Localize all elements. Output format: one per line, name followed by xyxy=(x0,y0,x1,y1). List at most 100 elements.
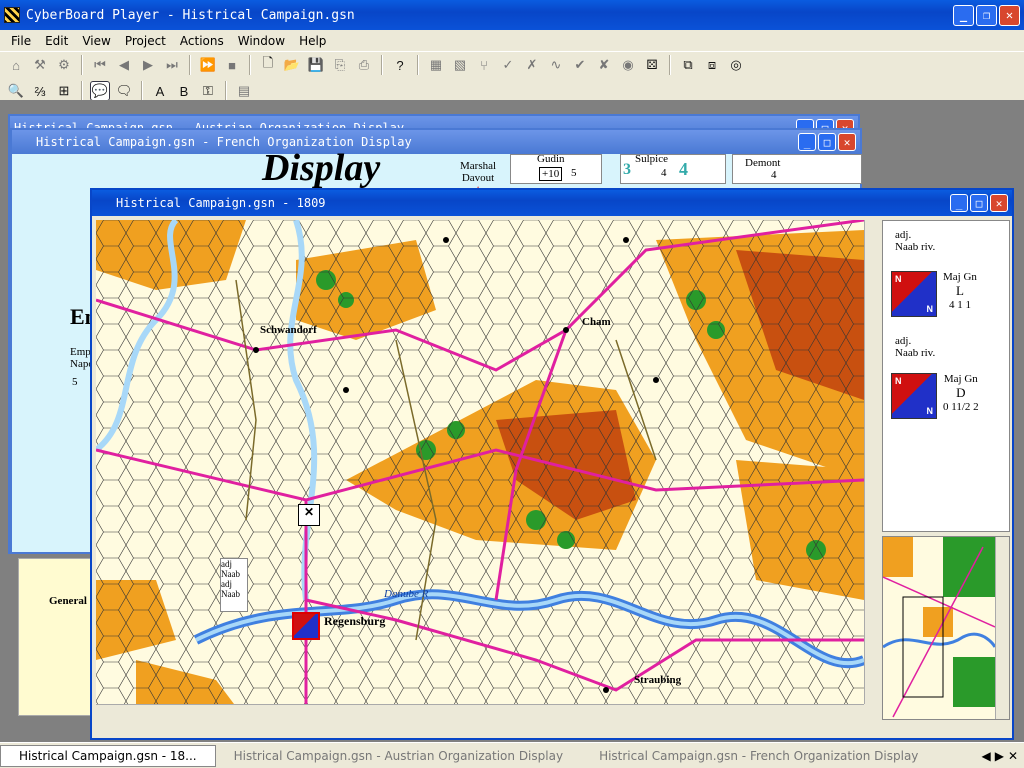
general-pane: General xyxy=(18,558,94,716)
cyberboard-app-icon xyxy=(4,7,20,23)
minimize-button[interactable]: _ xyxy=(798,133,816,151)
layers-icon[interactable]: ⧉ xyxy=(678,55,698,75)
tab-close-icon[interactable]: ✕ xyxy=(1008,749,1018,763)
unit-card-2[interactable]: NN Maj Gn D 0 11/2 2 xyxy=(883,373,1009,419)
stack-icon[interactable]: ▦ xyxy=(426,55,446,75)
column-number: 4 xyxy=(679,159,688,179)
tab-austrian-window[interactable]: Histrical Campaign.gsn - Austrian Organi… xyxy=(216,745,581,767)
next-move-icon[interactable]: ▶ xyxy=(138,55,158,75)
cross2-icon[interactable]: ✘ xyxy=(594,55,614,75)
view-icon[interactable]: ◎ xyxy=(726,55,746,75)
minimize-button[interactable]: _ xyxy=(950,194,968,212)
minimize-button[interactable]: _ xyxy=(953,4,974,26)
key-icon[interactable]: ⚿ xyxy=(198,81,218,101)
stop-icon[interactable]: ■ xyxy=(222,55,242,75)
demont-box: Demont 4 xyxy=(732,154,862,184)
unit2-rank: Maj Gn xyxy=(943,373,978,385)
map-horizontal-scrollbar[interactable] xyxy=(96,704,864,720)
play-icon[interactable]: ⏩ xyxy=(198,55,218,75)
unit2-note2: Naab riv. xyxy=(895,347,936,359)
tab-scroll-right-icon[interactable]: ▶ xyxy=(995,749,1004,763)
menu-view[interactable]: View xyxy=(75,34,117,48)
unit1-rank: Maj Gn xyxy=(943,271,977,283)
maximize-button[interactable]: □ xyxy=(970,194,988,212)
open-folder-icon[interactable]: 📂 xyxy=(282,55,302,75)
unit-info-panel: adj. Naab riv. NN Maj Gn L 4 1 1 adj. Na… xyxy=(882,220,1010,532)
home-icon[interactable]: ⌂ xyxy=(6,55,26,75)
first-move-icon[interactable]: ⏮ xyxy=(90,55,110,75)
dice-icon[interactable]: ⚄ xyxy=(642,55,662,75)
save-icon[interactable]: 💾 xyxy=(306,55,326,75)
menu-project[interactable]: Project xyxy=(118,34,173,48)
tree-icon[interactable]: ⑂ xyxy=(474,55,494,75)
napoleon-counter[interactable] xyxy=(292,612,320,640)
sulpice-value: 4 xyxy=(661,167,667,179)
tooltip-icon[interactable]: 💬 xyxy=(90,81,110,101)
tab-map-window[interactable]: Histrical Campaign.gsn - 18... xyxy=(0,744,216,767)
menu-actions[interactable]: Actions xyxy=(173,34,231,48)
stack-label-2: Naab xyxy=(221,569,240,579)
tooltip2-icon[interactable]: 🗨 xyxy=(114,81,134,101)
unit1-counter-icon: NN xyxy=(891,271,937,317)
unit1-note2: Naab riv. xyxy=(895,241,936,253)
unit-stack[interactable]: adj Naab adj Naab xyxy=(220,558,248,612)
map-board[interactable]: Schwandorf Cham Regensburg Straubing Dan… xyxy=(96,220,864,720)
close-button[interactable]: ✕ xyxy=(838,133,856,151)
unit2-stats: 0 11/2 2 xyxy=(943,401,979,413)
toolbar-1: ⌂ ⚒ ⚙ ⏮ ◀ ▶ ⏭ ⏩ ■ 🗋 📂 💾 ⎘ ⎙ ? ▦ ▧ ⑂ ✓ ✗ … xyxy=(0,52,1024,78)
new-file-icon[interactable]: 🗋 xyxy=(258,55,278,75)
check-icon[interactable]: ✓ xyxy=(498,55,518,75)
check2-icon[interactable]: ✔ xyxy=(570,55,590,75)
board-icon[interactable]: ▤ xyxy=(234,81,254,101)
tools-icon[interactable]: ⚒ xyxy=(30,55,50,75)
gudin-label: Gudin xyxy=(537,153,565,165)
prev-move-icon[interactable]: ◀ xyxy=(114,55,134,75)
snap-icon[interactable]: ⊞ xyxy=(54,81,74,101)
restore-button[interactable]: ❐ xyxy=(976,4,997,26)
map-window[interactable]: Histrical Campaign.gsn - 1809 _ □ ✕ Schw… xyxy=(90,188,1014,740)
unstack-icon[interactable]: ▧ xyxy=(450,55,470,75)
unit1-letter: L xyxy=(955,283,964,298)
menu-file[interactable]: File xyxy=(4,34,38,48)
last-move-icon[interactable]: ⏭ xyxy=(162,55,182,75)
layers2-icon[interactable]: ⧈ xyxy=(702,55,722,75)
hq-counter[interactable]: ✕ xyxy=(298,504,320,526)
help-icon[interactable]: ? xyxy=(390,55,410,75)
demont-label: Demont xyxy=(745,157,781,169)
minimap-svg xyxy=(883,537,997,719)
text-a-icon[interactable]: A xyxy=(150,81,170,101)
menu-edit[interactable]: Edit xyxy=(38,34,75,48)
tab-french-window[interactable]: Histrical Campaign.gsn - French Organiza… xyxy=(581,745,936,767)
tab-scroll-left-icon[interactable]: ◀ xyxy=(981,749,990,763)
scale-icon[interactable]: ⅔ xyxy=(30,81,50,101)
text-b-icon[interactable]: B xyxy=(174,81,194,101)
overview-minimap[interactable] xyxy=(882,536,1010,720)
danube-label: Danube R xyxy=(384,588,429,600)
gudin-strength: +10 xyxy=(539,167,563,181)
demont-value: 4 xyxy=(771,169,777,181)
unit-card-1[interactable]: NN Maj Gn L 4 1 1 xyxy=(883,271,1009,317)
map-vertical-scrollbar[interactable] xyxy=(864,220,880,704)
regensburg-label: Regensburg xyxy=(324,614,386,628)
print-icon[interactable]: ⎙ xyxy=(354,55,374,75)
zoom-icon[interactable]: 🔍 xyxy=(6,81,26,101)
davout-label: Davout xyxy=(461,172,495,184)
map-window-title: Histrical Campaign.gsn - 1809 xyxy=(116,196,326,210)
menu-help[interactable]: Help xyxy=(292,34,333,48)
unit2-counter-icon: NN xyxy=(891,373,937,419)
unit1-stats: 4 1 1 xyxy=(948,299,971,311)
maximize-button[interactable]: □ xyxy=(818,133,836,151)
minimap-scrollbar[interactable] xyxy=(995,537,1009,719)
close-button[interactable]: ✕ xyxy=(990,194,1008,212)
emp-value: 5 xyxy=(72,376,78,388)
eye-icon[interactable]: ◉ xyxy=(618,55,638,75)
close-button[interactable]: ✕ xyxy=(999,4,1020,26)
tools2-icon[interactable]: ⚙ xyxy=(54,55,74,75)
stack-label-1: adj xyxy=(221,559,232,569)
curve-icon[interactable]: ∿ xyxy=(546,55,566,75)
copy-icon[interactable]: ⎘ xyxy=(330,55,350,75)
display-heading: Display xyxy=(262,147,381,189)
menu-bar: File Edit View Project Actions Window He… xyxy=(0,30,1024,52)
cross-icon[interactable]: ✗ xyxy=(522,55,542,75)
menu-window[interactable]: Window xyxy=(231,34,292,48)
